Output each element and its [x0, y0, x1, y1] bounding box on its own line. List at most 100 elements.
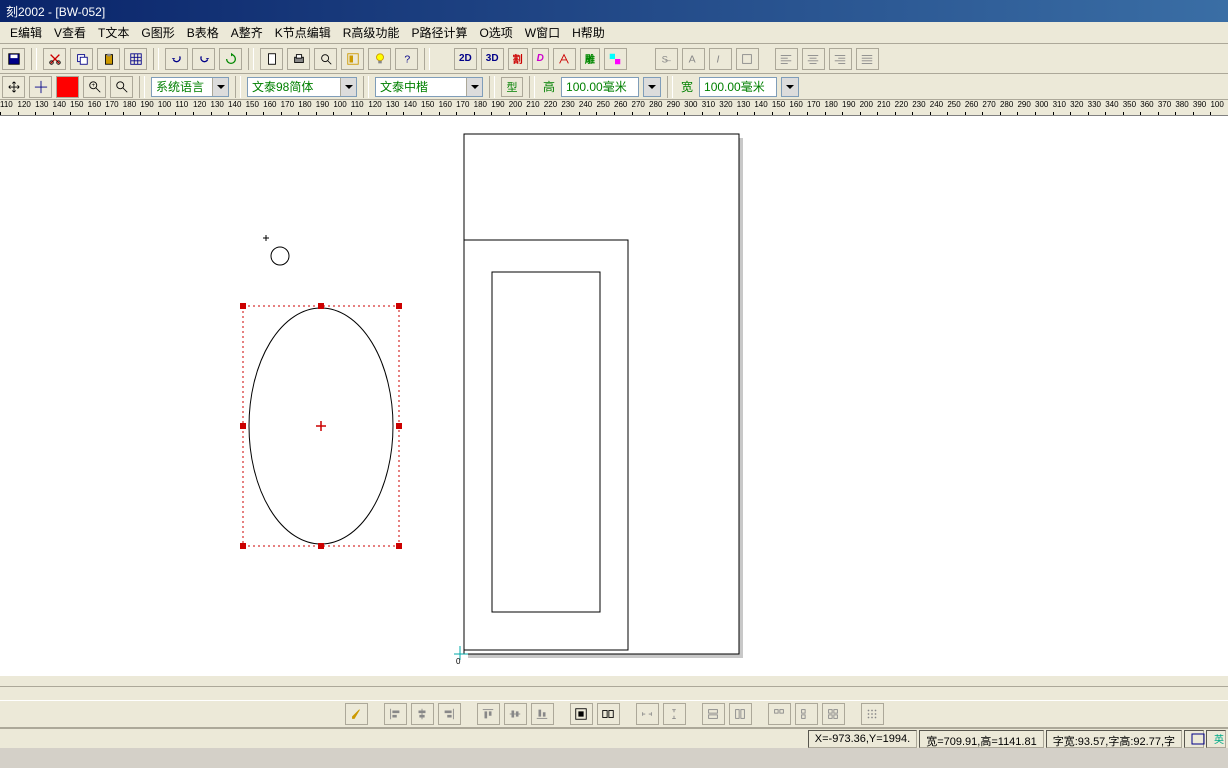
move-tool[interactable] — [2, 76, 25, 98]
mode-2d-button[interactable]: 2D — [454, 48, 477, 70]
status-coords: X=-973.36,Y=1994. — [808, 730, 917, 748]
status-icon2: 英 — [1206, 730, 1226, 748]
window-title: 刻2002 - [BW-052] — [6, 3, 105, 20]
main-toolbar: ? 2D 3D 割 D 雕 S̶ A I — [0, 44, 1228, 74]
menu-bar: E编辑 V查看 T文本 G图形 B表格 A整齐 K节点编辑 R高级功能 P路径计… — [0, 22, 1228, 44]
crosshair-tool[interactable] — [29, 76, 52, 98]
grid2-button[interactable] — [795, 703, 818, 725]
zoom-tool[interactable] — [110, 76, 133, 98]
drawing-canvas[interactable]: 0 — [0, 116, 1228, 676]
italic-button[interactable]: I — [709, 48, 732, 70]
menu-option[interactable]: O选项 — [473, 21, 518, 44]
align-vc-button[interactable] — [504, 703, 527, 725]
ruler-horizontal: 1101201301401501601701801901001101201301… — [0, 100, 1228, 116]
align-right-button[interactable] — [829, 48, 852, 70]
font1-combo[interactable]: 文泰98简体 — [247, 77, 357, 97]
title-bar: 刻2002 - [BW-052] — [0, 0, 1228, 22]
save-button[interactable] — [2, 48, 25, 70]
tool-a-button[interactable] — [553, 48, 576, 70]
grid1-button[interactable] — [768, 703, 791, 725]
menu-table[interactable]: B表格 — [181, 21, 225, 44]
small-circle — [271, 247, 289, 265]
layout-button[interactable] — [341, 48, 364, 70]
menu-node[interactable]: K节点编辑 — [269, 21, 337, 44]
cut-mode-button[interactable]: 割 — [508, 48, 528, 70]
cut-button[interactable] — [43, 48, 66, 70]
menu-graphic[interactable]: G图形 — [135, 21, 180, 44]
type-button[interactable]: 型 — [501, 77, 523, 97]
status-icon1 — [1184, 730, 1204, 748]
align-justify-button[interactable] — [856, 48, 879, 70]
font2-combo[interactable]: 文泰中楷 — [375, 77, 483, 97]
align-b-button[interactable] — [531, 703, 554, 725]
carve-button[interactable]: 雕 — [580, 48, 600, 70]
svg-text:英: 英 — [1214, 733, 1224, 745]
height-input[interactable]: 100.00毫米 — [561, 77, 639, 97]
align-r-button[interactable] — [438, 703, 461, 725]
height-drop[interactable] — [643, 77, 661, 97]
color-button[interactable] — [604, 48, 627, 70]
font-bar: + 系统语言 文泰98简体 文泰中楷 型 高 100.00毫米 宽 100.00… — [0, 74, 1228, 100]
same-w-button[interactable] — [702, 703, 725, 725]
distribute-v-button[interactable] — [597, 703, 620, 725]
edit-button[interactable] — [736, 48, 759, 70]
taskbar — [0, 748, 1228, 768]
page-outer-rect — [464, 134, 739, 654]
align-toolbar — [0, 700, 1228, 728]
status-size: 宽=709.91,高=1141.81 — [919, 730, 1044, 748]
menu-view[interactable]: V查看 — [48, 21, 92, 44]
svg-text:S̶: S̶ — [662, 54, 671, 65]
menu-align[interactable]: A整齐 — [225, 21, 269, 44]
svg-text:0: 0 — [456, 657, 461, 666]
strike-button[interactable]: S̶ — [655, 48, 678, 70]
svg-text:I: I — [717, 53, 720, 65]
space-h-button[interactable] — [636, 703, 659, 725]
dx-button[interactable]: D — [532, 48, 549, 70]
zoom-in-tool[interactable]: + — [83, 76, 106, 98]
align-anchor-button[interactable] — [345, 703, 368, 725]
selection-center — [316, 421, 326, 431]
preview-button[interactable] — [314, 48, 337, 70]
same-h-button[interactable] — [729, 703, 752, 725]
align-center-button[interactable] — [802, 48, 825, 70]
height-label: 高 — [541, 78, 557, 95]
language-combo[interactable]: 系统语言 — [151, 77, 229, 97]
menu-edit[interactable]: E编辑 — [4, 21, 48, 44]
copy-button[interactable] — [70, 48, 93, 70]
svg-text:+: + — [91, 82, 95, 89]
grid3-button[interactable] — [822, 703, 845, 725]
align-l-button[interactable] — [384, 703, 407, 725]
fill-tool[interactable] — [56, 76, 79, 98]
width-input[interactable]: 100.00毫米 — [699, 77, 777, 97]
align-t-button[interactable] — [477, 703, 500, 725]
print-button[interactable] — [287, 48, 310, 70]
crosshair-cursor — [263, 235, 269, 241]
redo-button[interactable] — [192, 48, 215, 70]
svg-text:?: ? — [404, 53, 410, 65]
scroll-bar-h[interactable] — [0, 686, 1228, 700]
menu-help[interactable]: H帮助 — [566, 21, 611, 44]
grid-button[interactable] — [124, 48, 147, 70]
space-v-button[interactable] — [663, 703, 686, 725]
bulb-button[interactable] — [368, 48, 391, 70]
menu-path[interactable]: P路径计算 — [405, 21, 473, 44]
align-left-button[interactable] — [775, 48, 798, 70]
menu-advanced[interactable]: R高级功能 — [337, 21, 406, 44]
page-button[interactable] — [260, 48, 283, 70]
status-charsize: 字宽:93.57,字高:92.77,字 — [1046, 730, 1182, 748]
status-bar: X=-973.36,Y=1994. 宽=709.91,高=1141.81 字宽:… — [0, 728, 1228, 748]
canvas-area[interactable]: 0 — [0, 116, 1228, 676]
svg-text:A: A — [689, 53, 696, 65]
help-button[interactable]: ? — [395, 48, 418, 70]
mode-3d-button[interactable]: 3D — [481, 48, 504, 70]
font-a-button[interactable]: A — [682, 48, 705, 70]
refresh-button[interactable] — [219, 48, 242, 70]
menu-window[interactable]: W窗口 — [519, 21, 566, 44]
undo-button[interactable] — [165, 48, 188, 70]
distribute-h-button[interactable] — [570, 703, 593, 725]
menu-text[interactable]: T文本 — [92, 21, 135, 44]
dotgrid-button[interactable] — [861, 703, 884, 725]
width-drop[interactable] — [781, 77, 799, 97]
paste-button[interactable] — [97, 48, 120, 70]
align-hc-button[interactable] — [411, 703, 434, 725]
